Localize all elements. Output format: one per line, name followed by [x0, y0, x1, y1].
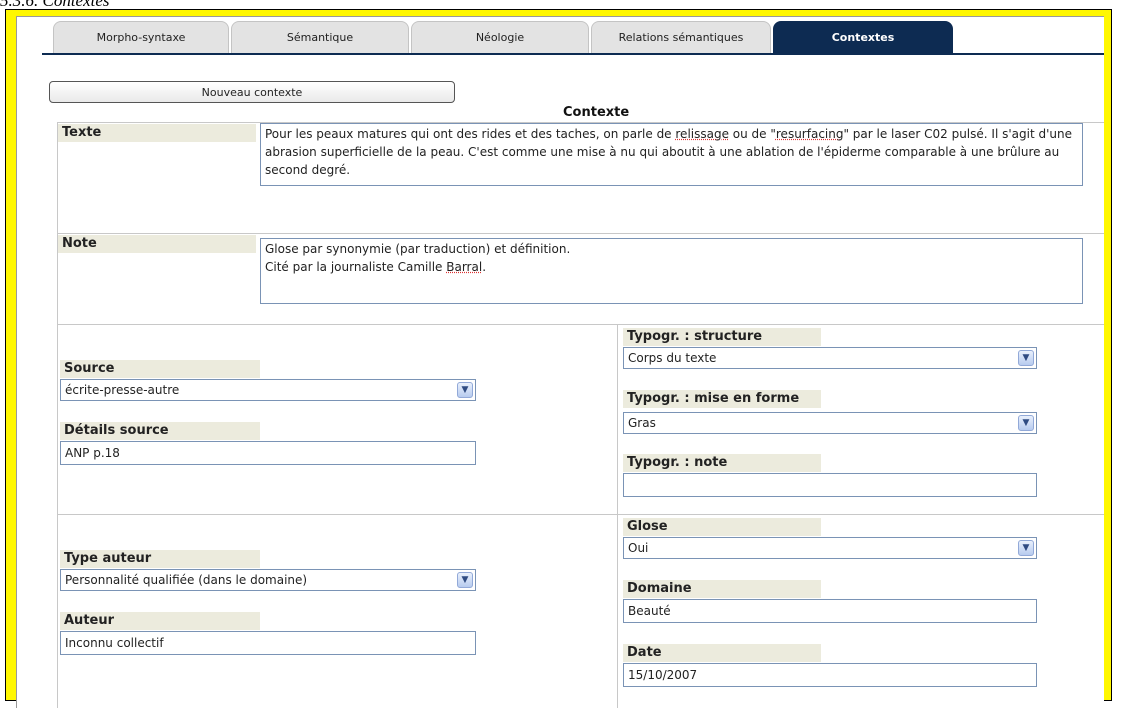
texte-part2: ou de " [728, 127, 776, 141]
domaine-label: Domaine [623, 580, 821, 598]
section-title: Contexte [563, 105, 630, 120]
details-source-label: Détails source [60, 422, 260, 440]
editor-panel: Morpho-syntaxe Sémantique Néologie Relat… [16, 16, 1104, 708]
tab-semantique[interactable]: Sémantique [231, 21, 409, 53]
glose-select[interactable]: Oui ▼ [623, 537, 1037, 559]
typo-structure-value: Corps du texte [628, 351, 717, 365]
texte-label: Texte [58, 124, 256, 142]
tab-relations-semantiques[interactable]: Relations sémantiques [591, 21, 771, 53]
type-auteur-select[interactable]: Personnalité qualifiée (dans le domaine)… [60, 569, 476, 591]
source-label: Source [60, 360, 260, 378]
tab-neologie[interactable]: Néologie [411, 21, 589, 53]
note-line2-suffix: . [482, 260, 487, 274]
glose-value: Oui [628, 541, 649, 555]
glose-label: Glose [623, 518, 821, 536]
texte-part1: Pour les peaux matures qui ont des rides… [265, 127, 676, 141]
divider [57, 514, 1104, 515]
date-label: Date [623, 644, 821, 662]
note-line2-prefix: Cité par la journaliste Camille [265, 260, 447, 274]
divider [57, 324, 1104, 325]
auteur-input[interactable]: Inconnu collectif [60, 631, 476, 655]
divider [57, 233, 1104, 234]
note-label: Note [58, 235, 256, 253]
source-select[interactable]: écrite-presse-autre ▼ [60, 379, 476, 401]
divider [57, 122, 58, 708]
typo-note-label: Typogr. : note [623, 454, 821, 472]
tab-underline [42, 53, 1104, 55]
typo-mise-en-forme-label: Typogr. : mise en forme [623, 390, 821, 408]
note-line2: Cité par la journaliste Camille Barral. [265, 258, 1078, 276]
typo-structure-label: Typogr. : structure [623, 328, 821, 346]
typo-mise-en-forme-value: Gras [628, 416, 656, 430]
new-context-button[interactable]: Nouveau contexte [49, 81, 455, 103]
chevron-down-icon: ▼ [1018, 415, 1034, 431]
divider [617, 325, 618, 708]
chevron-down-icon: ▼ [1018, 350, 1034, 366]
chevron-down-icon: ▼ [457, 572, 473, 588]
tab-contextes[interactable]: Contextes [773, 21, 953, 53]
texte-word1: relissage [675, 127, 729, 141]
type-auteur-value: Personnalité qualifiée (dans le domaine) [65, 573, 308, 587]
note-line1: Glose par synonymie (par traduction) et … [265, 242, 571, 256]
note-textarea[interactable]: Glose par synonymie (par traduction) et … [260, 238, 1083, 304]
date-input[interactable]: 15/10/2007 [623, 663, 1037, 687]
note-line2-name: Barral [446, 260, 483, 274]
typo-structure-select[interactable]: Corps du texte ▼ [623, 347, 1037, 369]
domaine-input[interactable]: Beauté [623, 599, 1037, 623]
type-auteur-label: Type auteur [60, 550, 260, 568]
texte-word2: resurfacing [775, 127, 844, 141]
source-value: écrite-presse-autre [65, 383, 180, 397]
texte-textarea[interactable]: Pour les peaux matures qui ont des rides… [260, 123, 1083, 186]
auteur-label: Auteur [60, 612, 260, 630]
typo-note-input[interactable] [623, 473, 1037, 497]
chevron-down-icon: ▼ [1018, 540, 1034, 556]
typo-mise-en-forme-select[interactable]: Gras ▼ [623, 412, 1037, 434]
tab-morpho-syntaxe[interactable]: Morpho-syntaxe [53, 21, 229, 53]
chevron-down-icon: ▼ [457, 382, 473, 398]
details-source-input[interactable]: ANP p.18 [60, 441, 476, 465]
